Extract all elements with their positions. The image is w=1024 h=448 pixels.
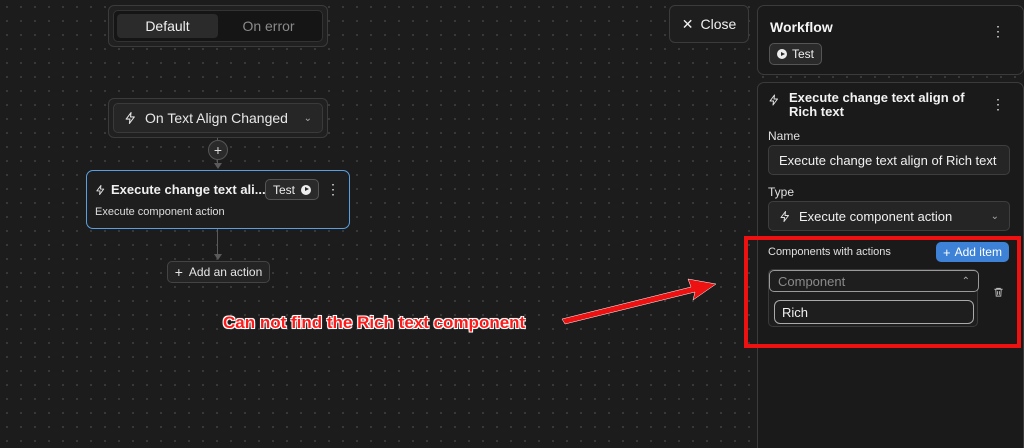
annotation-text: Can not find the Rich text component xyxy=(223,313,526,332)
annotation-arrow xyxy=(561,278,717,325)
